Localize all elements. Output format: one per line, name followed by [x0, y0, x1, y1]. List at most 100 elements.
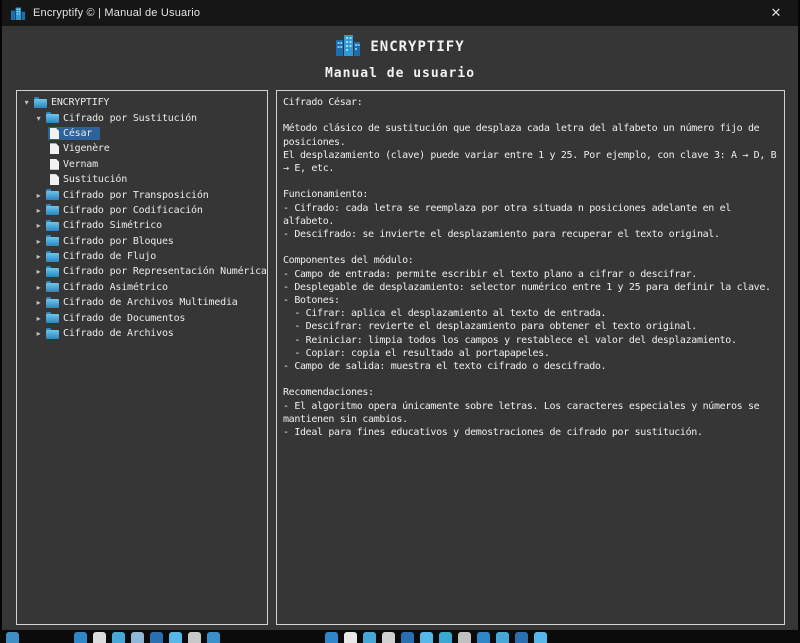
taskbar-icon[interactable] — [112, 632, 125, 643]
tree-item-cifrado-por-representacion-numerica[interactable]: ▸ Cifrado por Representación Numérica — [17, 264, 267, 279]
taskbar-icon[interactable] — [401, 632, 414, 643]
tree-item-label: ENCRYPTIFY — [51, 97, 109, 108]
tree-item-row: Cifrado por Sustitución — [44, 112, 205, 125]
taskbar-icon[interactable] — [458, 632, 471, 643]
chevron-right-icon[interactable]: ▸ — [33, 206, 44, 215]
tree-item-cifrado-de-archivos[interactable]: ▸ Cifrado de Archivos — [17, 326, 267, 341]
document-icon — [50, 143, 59, 154]
manual-tree[interactable]: ▾ ENCRYPTIFY ▾ Cifrado por Sustitución César… — [16, 90, 268, 625]
document-icon — [50, 174, 59, 185]
tree-item-label: Cifrado por Transposición — [63, 190, 209, 201]
taskbar-icon[interactable] — [439, 632, 452, 643]
tree-item-label: Sustitución — [63, 174, 127, 185]
tree-item-cifrado-por-transposicion[interactable]: ▸ Cifrado por Transposición — [17, 187, 267, 202]
tree-item-label: Cifrado por Codificación — [63, 205, 203, 216]
tree-item-cifrado-por-bloques[interactable]: ▸ Cifrado por Bloques — [17, 234, 267, 249]
tree-item-vernam[interactable]: Vernam — [17, 157, 267, 172]
tree-item-label: Cifrado Simétrico — [63, 220, 162, 231]
folder-icon — [46, 222, 59, 231]
taskbar-icon[interactable] — [496, 632, 509, 643]
taskbar-icon[interactable] — [150, 632, 163, 643]
window-title: Encryptify © | Manual de Usuario — [33, 7, 200, 19]
chevron-right-icon[interactable]: ▸ — [33, 267, 44, 276]
tree-item-row: Cifrado de Archivos — [44, 327, 182, 340]
folder-icon — [46, 268, 59, 277]
tree-item-row: Vigenère — [48, 142, 118, 155]
tree-item-label: Cifrado Asimétrico — [63, 282, 168, 293]
taskbar-icon[interactable] — [207, 632, 220, 643]
chevron-right-icon[interactable]: ▸ — [33, 221, 44, 230]
tree-item-cifrado-simetrico[interactable]: ▸ Cifrado Simétrico — [17, 218, 267, 233]
document-icon — [50, 128, 59, 139]
tree-item-row: ENCRYPTIFY — [32, 96, 117, 109]
tree-item-encryptify[interactable]: ▾ ENCRYPTIFY — [17, 95, 267, 110]
chevron-down-icon[interactable]: ▾ — [21, 98, 32, 107]
chevron-right-icon[interactable]: ▸ — [33, 298, 44, 307]
folder-icon — [46, 283, 59, 292]
tree-item-row: Cifrado de Documentos — [44, 312, 193, 325]
taskbar-icon[interactable] — [534, 632, 547, 643]
close-button[interactable]: ✕ — [754, 0, 798, 26]
tree-item-row: Cifrado de Archivos Multimedia — [44, 296, 246, 309]
tree-item-label: Cifrado de Archivos Multimedia — [63, 297, 238, 308]
taskbar-icon[interactable] — [344, 632, 357, 643]
chevron-right-icon[interactable]: ▸ — [33, 237, 44, 246]
app-window: Encryptify © | Manual de Usuario ✕ — [0, 0, 800, 630]
chevron-right-icon[interactable]: ▸ — [33, 252, 44, 261]
tree-item-cifrado-de-documentos[interactable]: ▸ Cifrado de Documentos — [17, 310, 267, 325]
chevron-right-icon[interactable]: ▸ — [33, 329, 44, 338]
tree-item-cesar[interactable]: César — [17, 126, 267, 141]
folder-icon — [46, 253, 59, 262]
taskbar-icon[interactable] — [515, 632, 528, 643]
taskbar-icon[interactable] — [477, 632, 490, 643]
tree-item-vigenere[interactable]: Vigenère — [17, 141, 267, 156]
chevron-right-icon[interactable]: ▸ — [33, 283, 44, 292]
taskbar-icon[interactable] — [169, 632, 182, 643]
tree-item-cifrado-por-sustitucion[interactable]: ▾ Cifrado por Sustitución — [17, 110, 267, 125]
taskbar-icon[interactable] — [74, 632, 87, 643]
tree-item-row: Cifrado Simétrico — [44, 219, 170, 232]
tree-item-row: César — [48, 127, 100, 140]
tree-item-cifrado-de-flujo[interactable]: ▸Cifrado de Flujo — [17, 249, 267, 264]
brand: ENCRYPTIFY — [2, 35, 798, 59]
tree-item-label: Vigenère — [63, 143, 110, 154]
tree-item-label: Cifrado por Bloques — [63, 236, 174, 247]
app-name: ENCRYPTIFY — [370, 39, 464, 55]
taskbar-icon[interactable] — [6, 632, 19, 643]
tree-item-row: Cifrado por Bloques — [44, 235, 182, 248]
taskbar-icon[interactable] — [420, 632, 433, 643]
tree-item-row: Cifrado por Representación Numérica — [44, 265, 268, 278]
page-title: Manual de usuario — [2, 66, 798, 81]
taskbar-icon[interactable] — [325, 632, 338, 643]
taskbar-icon[interactable] — [363, 632, 376, 643]
taskbar-icon[interactable] — [382, 632, 395, 643]
content-text: Cifrado César: Método clásico de sustitu… — [283, 96, 781, 439]
chevron-down-icon[interactable]: ▾ — [33, 114, 44, 123]
tree-item-label: Cifrado de Documentos — [63, 313, 185, 324]
chevron-right-icon[interactable]: ▸ — [33, 314, 44, 323]
tree-item-cifrado-asimetrico[interactable]: ▸ Cifrado Asimétrico — [17, 280, 267, 295]
app-logo-icon — [335, 34, 361, 61]
taskbar-icon[interactable] — [131, 632, 144, 643]
tree-item-row: Cifrado por Transposición — [44, 189, 217, 202]
app-icon — [10, 7, 26, 20]
taskbar-icon[interactable] — [93, 632, 106, 643]
tree-item-row: Cifrado de Flujo — [44, 250, 164, 263]
tree-item-cifrado-de-archivos-multimedia[interactable]: ▸ Cifrado de Archivos Multimedia — [17, 295, 267, 310]
tree-item-label: Cifrado por Sustitución — [63, 113, 197, 124]
tree-item-label: Vernam — [63, 159, 98, 170]
folder-icon — [46, 299, 59, 308]
tree-item-sustitucion[interactable]: Sustitución — [17, 172, 267, 187]
tree-item-row: Vernam — [48, 158, 106, 171]
header: ENCRYPTIFY Manual de usuario — [2, 35, 798, 81]
manual-content[interactable]: Cifrado César: Método clásico de sustitu… — [276, 90, 785, 625]
tree-item-cifrado-por-codificacion[interactable]: ▸ Cifrado por Codificación — [17, 203, 267, 218]
tree-item-label: Cifrado de Archivos — [63, 328, 174, 339]
tree-item-label: Cifrado por Representación Numérica — [63, 266, 267, 277]
chevron-right-icon[interactable]: ▸ — [33, 191, 44, 200]
folder-icon — [46, 237, 59, 246]
taskbar — [0, 630, 800, 643]
taskbar-icon[interactable] — [188, 632, 201, 643]
tree-item-row: Cifrado Asimétrico — [44, 281, 176, 294]
tree-item-row: Cifrado por Codificación — [44, 204, 211, 217]
